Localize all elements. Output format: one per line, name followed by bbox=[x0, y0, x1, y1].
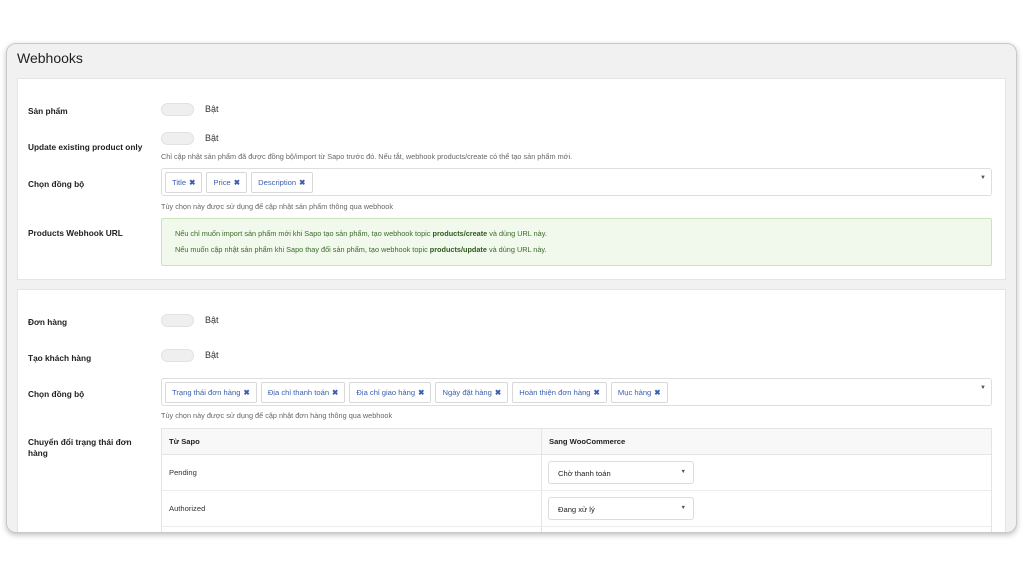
remove-tag-icon[interactable]: ✖ bbox=[495, 388, 501, 397]
products-webhook-info: Nếu chỉ muốn import sản phẩm mới khi Sap… bbox=[161, 218, 992, 266]
remove-tag-icon[interactable]: ✖ bbox=[332, 388, 338, 397]
chevron-down-icon[interactable]: ▼ bbox=[980, 385, 986, 391]
sync-tag: Trạng thái đơn hàng ✖ bbox=[165, 382, 257, 403]
remove-tag-icon[interactable]: ✖ bbox=[299, 178, 305, 187]
sync-tag-label: Description bbox=[258, 178, 297, 187]
order-status-table: Từ Sapo Sang WooCommerce Pending Chờ tha… bbox=[161, 428, 992, 532]
sync-tag-label: Địa chỉ thanh toán bbox=[267, 388, 330, 397]
sync-tag: Description ✖ bbox=[251, 172, 313, 193]
update-existing-toggle[interactable] bbox=[161, 132, 194, 145]
products-webhook-url-label: Products Webhook URL bbox=[28, 228, 123, 238]
sync-tag: Địa chỉ giao hàng ✖ bbox=[349, 382, 432, 403]
woo-status-select[interactable]: Chờ thanh toán ▼ bbox=[548, 461, 694, 484]
webhooks-window: Webhooks Sản phẩm Bật Update existing pr… bbox=[6, 43, 1017, 533]
sync-tag: Hoàn thiện đơn hàng ✖ bbox=[512, 382, 607, 403]
product-toggle-text: Bật bbox=[205, 104, 219, 114]
alert-line-create: Nếu chỉ muốn import sản phẩm mới khi Sap… bbox=[175, 229, 547, 238]
column-to-woocommerce: Sang WooCommerce bbox=[549, 437, 626, 446]
table-row: Pending Chờ thanh toán ▼ bbox=[162, 455, 991, 491]
woo-status-select[interactable]: Đang xử lý ▼ bbox=[548, 497, 694, 520]
remove-tag-icon[interactable]: ✖ bbox=[418, 388, 424, 397]
products-card: Sản phẩm Bật Update existing product onl… bbox=[17, 78, 1006, 280]
remove-tag-icon[interactable]: ✖ bbox=[189, 178, 195, 187]
sync-tag-label: Ngày đặt hàng bbox=[442, 388, 492, 397]
order-sync-help: Tùy chọn này được sử dụng để cập nhật đơ… bbox=[161, 411, 393, 420]
product-toggle[interactable] bbox=[161, 103, 194, 116]
sync-tag-label: Địa chỉ giao hàng bbox=[356, 388, 416, 397]
sync-tag: Title ✖ bbox=[165, 172, 203, 193]
table-header: Từ Sapo Sang WooCommerce bbox=[162, 429, 991, 455]
remove-tag-icon[interactable]: ✖ bbox=[234, 178, 240, 187]
sync-tag: Địa chỉ thanh toán ✖ bbox=[260, 382, 346, 403]
orders-card: Đơn hàng Bật Tạo khách hàng Bật Chọn đồn… bbox=[17, 289, 1006, 532]
woo-status-value: Đang xử lý bbox=[558, 505, 595, 514]
order-status-mapping-label: Chuyển đổi trạng thái đơn hàng bbox=[28, 437, 132, 458]
sync-tag-label: Hoàn thiện đơn hàng bbox=[519, 388, 591, 397]
woo-status-value: Chờ thanh toán bbox=[558, 469, 611, 478]
sync-tag-label: Price bbox=[213, 178, 231, 187]
order-sync-select[interactable]: Trạng thái đơn hàng ✖ Địa chỉ thanh toán ✖ Đ… bbox=[161, 378, 992, 406]
sapo-status: Authorized bbox=[169, 504, 206, 513]
sync-tag-label: Title bbox=[172, 178, 187, 187]
update-existing-help: Chỉ cập nhật sản phẩm đã được đồng bộ/im… bbox=[161, 152, 573, 161]
product-label: Sản phẩm bbox=[28, 106, 68, 116]
remove-tag-icon[interactable]: ✖ bbox=[594, 388, 600, 397]
product-sync-label: Chọn đồng bộ bbox=[28, 179, 85, 189]
sync-tag-label: Mục hàng bbox=[617, 388, 652, 397]
sync-tag: Price ✖ bbox=[206, 172, 248, 193]
order-sync-label: Chọn đồng bộ bbox=[28, 389, 85, 399]
alert-line-update: Nếu muốn cập nhật sản phẩm khi Sapo thay… bbox=[175, 245, 547, 254]
sync-tag: Mục hàng ✖ bbox=[610, 382, 668, 403]
create-customer-label: Tạo khách hàng bbox=[28, 353, 92, 363]
remove-tag-icon[interactable]: ✖ bbox=[243, 388, 249, 397]
sync-tag-label: Trạng thái đơn hàng bbox=[172, 388, 241, 397]
update-existing-toggle-text: Bật bbox=[205, 133, 219, 143]
product-sync-select[interactable]: Title ✖ Price ✖ Description ✖ ▼ bbox=[161, 168, 992, 196]
table-row: Authorized Đang xử lý ▼ bbox=[162, 491, 991, 527]
order-toggle-text: Bật bbox=[205, 315, 219, 325]
order-toggle[interactable] bbox=[161, 314, 194, 327]
sync-tag: Ngày đặt hàng ✖ bbox=[435, 382, 509, 403]
remove-tag-icon[interactable]: ✖ bbox=[654, 388, 660, 397]
page-title: Webhooks bbox=[17, 50, 83, 66]
update-existing-label: Update existing product only bbox=[28, 142, 143, 152]
create-customer-toggle[interactable] bbox=[161, 349, 194, 362]
column-from-sapo: Từ Sapo bbox=[169, 437, 200, 446]
sapo-status: Pending bbox=[169, 468, 197, 477]
chevron-down-icon: ▼ bbox=[680, 469, 686, 475]
chevron-down-icon[interactable]: ▼ bbox=[980, 175, 986, 181]
chevron-down-icon: ▼ bbox=[680, 505, 686, 511]
product-sync-help: Tùy chọn này được sử dụng để cập nhật sả… bbox=[161, 202, 393, 211]
order-label: Đơn hàng bbox=[28, 317, 68, 327]
create-customer-toggle-text: Bật bbox=[205, 350, 219, 360]
